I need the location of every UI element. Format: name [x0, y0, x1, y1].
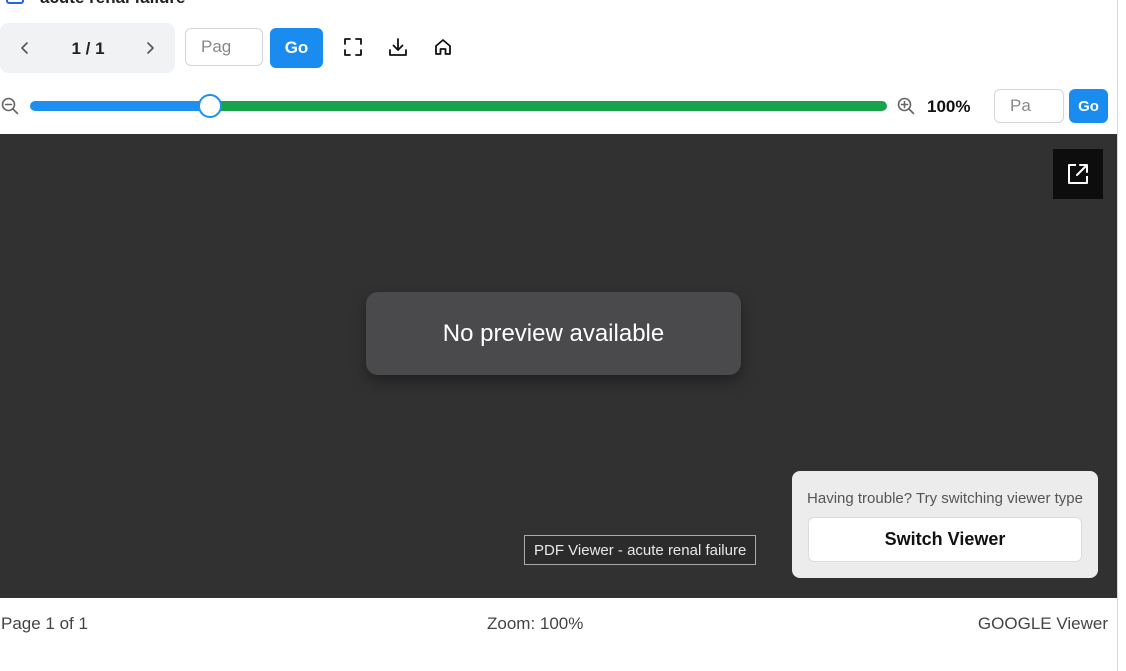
zoom-level-input[interactable]	[994, 89, 1064, 123]
status-bar: Page 1 of 1 Zoom: 100% GOOGLE Viewer	[0, 598, 1117, 648]
document-viewer: No preview available PDF Viewer - acute …	[0, 134, 1117, 598]
fullscreen-icon	[344, 38, 362, 56]
status-viewer-type: GOOGLE Viewer	[977, 614, 1108, 633]
external-link-icon	[1068, 164, 1088, 184]
page-navigator: 1 / 1	[0, 23, 175, 73]
zoom-in-icon	[897, 97, 915, 115]
download-button[interactable]	[387, 36, 409, 58]
zoom-slider-filled-track	[30, 101, 210, 111]
zoom-level-label: 100%	[927, 97, 971, 116]
chevron-right-icon	[147, 42, 154, 54]
home-icon	[435, 39, 451, 55]
switch-viewer-panel: Having trouble? Try switching viewer typ…	[792, 471, 1098, 578]
page-number-input[interactable]	[185, 28, 263, 66]
status-zoom: Zoom: 100%	[487, 614, 584, 633]
no-preview-message: No preview available	[366, 292, 741, 375]
switch-viewer-hint: Having trouble? Try switching viewer typ…	[807, 490, 1083, 507]
viewer-tooltip: PDF Viewer - acute renal failure	[524, 535, 757, 565]
home-button[interactable]	[432, 36, 454, 58]
document-title: acute renal failure	[40, 0, 186, 8]
zoom-slider-thumb[interactable]	[198, 94, 222, 118]
next-page-button[interactable]	[136, 34, 164, 62]
page-counter: 1 / 1	[71, 39, 105, 58]
apply-zoom-button[interactable]: Go	[1069, 89, 1108, 123]
zoom-slider[interactable]	[30, 94, 887, 118]
document-title-row: acute renal failure	[0, 0, 1118, 10]
document-checkbox[interactable]	[6, 0, 24, 4]
panel-divider	[1117, 0, 1118, 671]
zoom-out-icon	[1, 97, 19, 115]
download-icon	[389, 38, 407, 56]
switch-viewer-button[interactable]: Switch Viewer	[808, 517, 1082, 562]
open-in-new-window-button[interactable]	[1053, 149, 1103, 199]
zoom-slider-remaining-track	[210, 101, 887, 111]
go-to-page-button[interactable]: Go	[270, 28, 323, 68]
fullscreen-button[interactable]	[342, 36, 364, 58]
previous-page-button[interactable]	[11, 34, 39, 62]
zoom-in-button[interactable]	[897, 97, 915, 115]
zoom-out-button[interactable]	[1, 97, 19, 115]
status-page: Page 1 of 1	[1, 614, 88, 633]
chevron-left-icon	[21, 42, 28, 54]
